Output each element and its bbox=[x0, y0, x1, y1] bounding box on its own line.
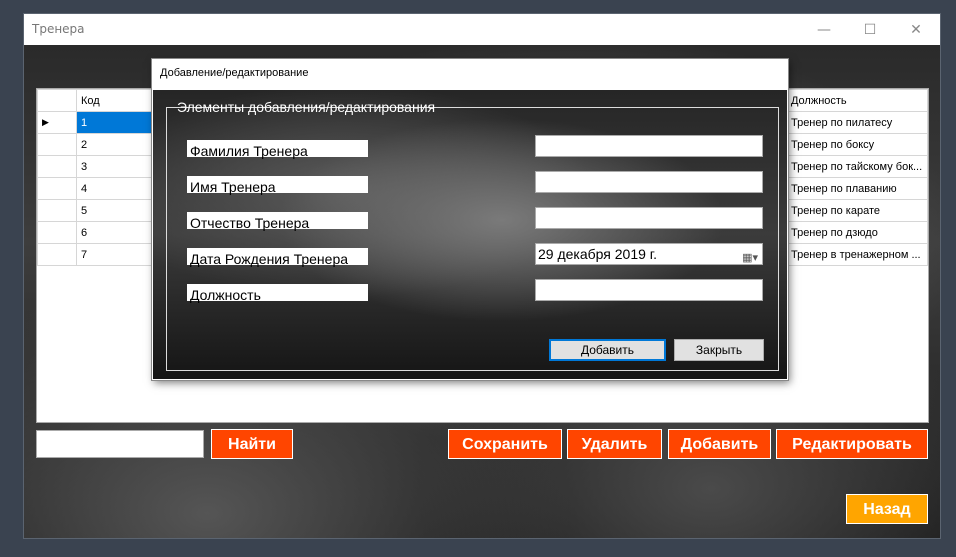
row-header[interactable] bbox=[37, 243, 77, 266]
patronymic-field[interactable] bbox=[535, 207, 763, 229]
position-field[interactable] bbox=[535, 279, 763, 301]
title-bar: Тренера — ☐ ✕ bbox=[24, 14, 940, 45]
window-title: Тренера bbox=[32, 22, 85, 36]
cell-code[interactable]: 3 bbox=[75, 155, 152, 178]
delete-button[interactable]: Удалить bbox=[567, 429, 662, 459]
row-header[interactable] bbox=[37, 221, 77, 244]
group-title: Элементы добавления/редактирования bbox=[177, 99, 436, 115]
dialog-add-button[interactable]: Добавить bbox=[549, 339, 666, 361]
main-window: Тренера — ☐ ✕ Код Должность ▶ 1 Тренер п… bbox=[24, 14, 940, 538]
cell-code[interactable]: 7 bbox=[75, 243, 152, 266]
cell-position[interactable]: Тренер по боксу bbox=[785, 133, 929, 156]
minimize-icon[interactable]: — bbox=[801, 14, 847, 45]
calendar-dropdown-icon[interactable]: ▦▾ bbox=[742, 248, 758, 268]
birthdate-value: 29 декабря 2019 г. bbox=[538, 246, 658, 262]
cell-code[interactable]: 6 bbox=[75, 221, 152, 244]
cell-position[interactable]: Тренер по плаванию bbox=[785, 177, 929, 200]
cell-position[interactable]: Тренер в тренажерном ... bbox=[785, 243, 929, 266]
maximize-icon[interactable]: ☐ bbox=[847, 14, 893, 45]
cell-position[interactable]: Тренер по карате bbox=[785, 199, 929, 222]
edit-button[interactable]: Редактировать bbox=[776, 429, 928, 459]
current-row-arrow-icon: ▶ bbox=[37, 111, 77, 134]
row-header-corner bbox=[37, 89, 77, 112]
search-input[interactable] bbox=[36, 430, 204, 458]
cell-position[interactable]: Тренер по тайскому бок... bbox=[785, 155, 929, 178]
close-icon[interactable]: ✕ bbox=[893, 14, 939, 45]
save-button[interactable]: Сохранить bbox=[448, 429, 562, 459]
patronymic-label: Отчество Тренера bbox=[187, 212, 368, 231]
edit-dialog: Добавление/редактирование Элементы добав… bbox=[152, 59, 788, 380]
row-header[interactable] bbox=[37, 133, 77, 156]
find-button[interactable]: Найти bbox=[211, 429, 293, 459]
surname-field[interactable] bbox=[535, 135, 763, 157]
back-button[interactable]: Назад bbox=[846, 494, 928, 524]
row-header[interactable] bbox=[37, 155, 77, 178]
dialog-close-button[interactable]: Закрыть bbox=[674, 339, 764, 361]
column-header-position[interactable]: Должность bbox=[785, 89, 929, 112]
add-button[interactable]: Добавить bbox=[668, 429, 771, 459]
cell-code[interactable]: 2 bbox=[75, 133, 152, 156]
column-header-code[interactable]: Код bbox=[75, 89, 152, 112]
dialog-body: Элементы добавления/редактирования Фамил… bbox=[153, 90, 787, 379]
position-label: Должность bbox=[187, 284, 368, 303]
cell-position[interactable]: Тренер по пилатесу bbox=[785, 111, 929, 134]
name-label: Имя Тренера bbox=[187, 176, 368, 195]
birthdate-picker[interactable]: 29 декабря 2019 г. ▦▾ bbox=[535, 243, 763, 265]
cell-code[interactable]: 5 bbox=[75, 199, 152, 222]
fields-group: Элементы добавления/редактирования Фамил… bbox=[166, 99, 779, 371]
cell-position[interactable]: Тренер по дзюдо bbox=[785, 221, 929, 244]
birthdate-label: Дата Рождения Тренера bbox=[187, 248, 368, 267]
surname-label: Фамилия Тренера bbox=[187, 140, 368, 159]
row-header[interactable] bbox=[37, 177, 77, 200]
cell-code[interactable]: 1 bbox=[75, 111, 152, 134]
cell-code[interactable]: 4 bbox=[75, 177, 152, 200]
dialog-title: Добавление/редактирование bbox=[160, 67, 309, 79]
name-field[interactable] bbox=[535, 171, 763, 193]
row-header[interactable] bbox=[37, 199, 77, 222]
